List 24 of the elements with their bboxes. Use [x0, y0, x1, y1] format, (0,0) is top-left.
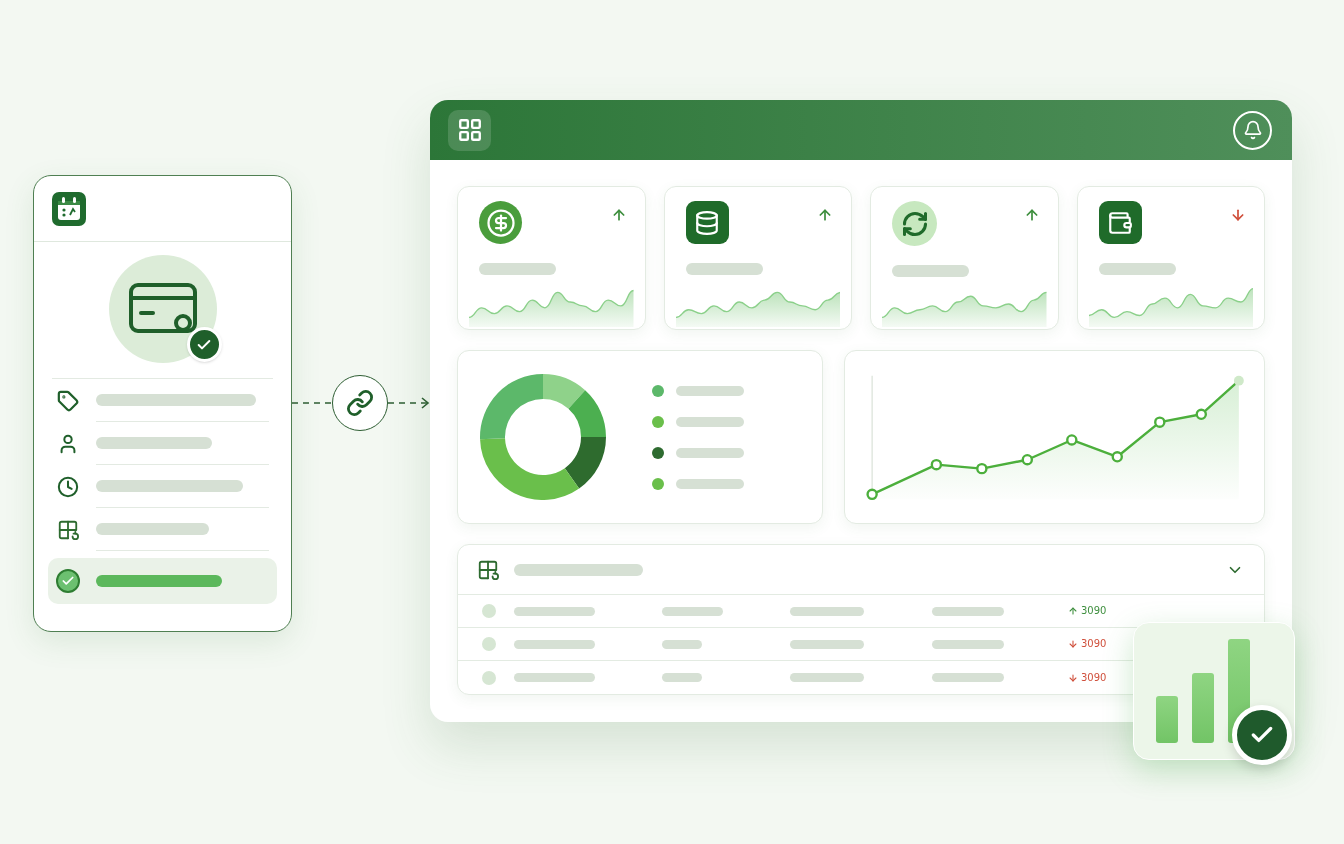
grid-icon — [57, 518, 79, 541]
table-cell: 3090 — [1081, 671, 1107, 684]
link-icon — [332, 375, 388, 431]
grid-icon — [456, 117, 483, 143]
wallet-icon — [1098, 201, 1142, 244]
dashed-line — [292, 401, 332, 405]
avatar-placeholder — [482, 604, 496, 618]
table-icon — [477, 558, 499, 581]
avatar-placeholder — [482, 670, 496, 685]
bell-icon — [1242, 120, 1263, 140]
menu-item[interactable] — [48, 558, 277, 604]
refresh-icon — [892, 201, 937, 246]
avatar-placeholder — [482, 637, 496, 651]
table-cell: 3090 — [1081, 605, 1107, 617]
clock-icon — [57, 475, 79, 498]
check-badge-icon — [186, 327, 222, 362]
dollar-icon — [479, 201, 522, 244]
coin-stack-icon — [685, 201, 729, 244]
apps-grid-button[interactable] — [448, 109, 491, 151]
calendar-icon — [52, 191, 86, 226]
tag-icon — [57, 389, 79, 412]
notification-bell-button[interactable] — [1233, 110, 1272, 150]
table-cell: 3090 — [1081, 638, 1107, 650]
dashed-arrow — [388, 396, 430, 410]
